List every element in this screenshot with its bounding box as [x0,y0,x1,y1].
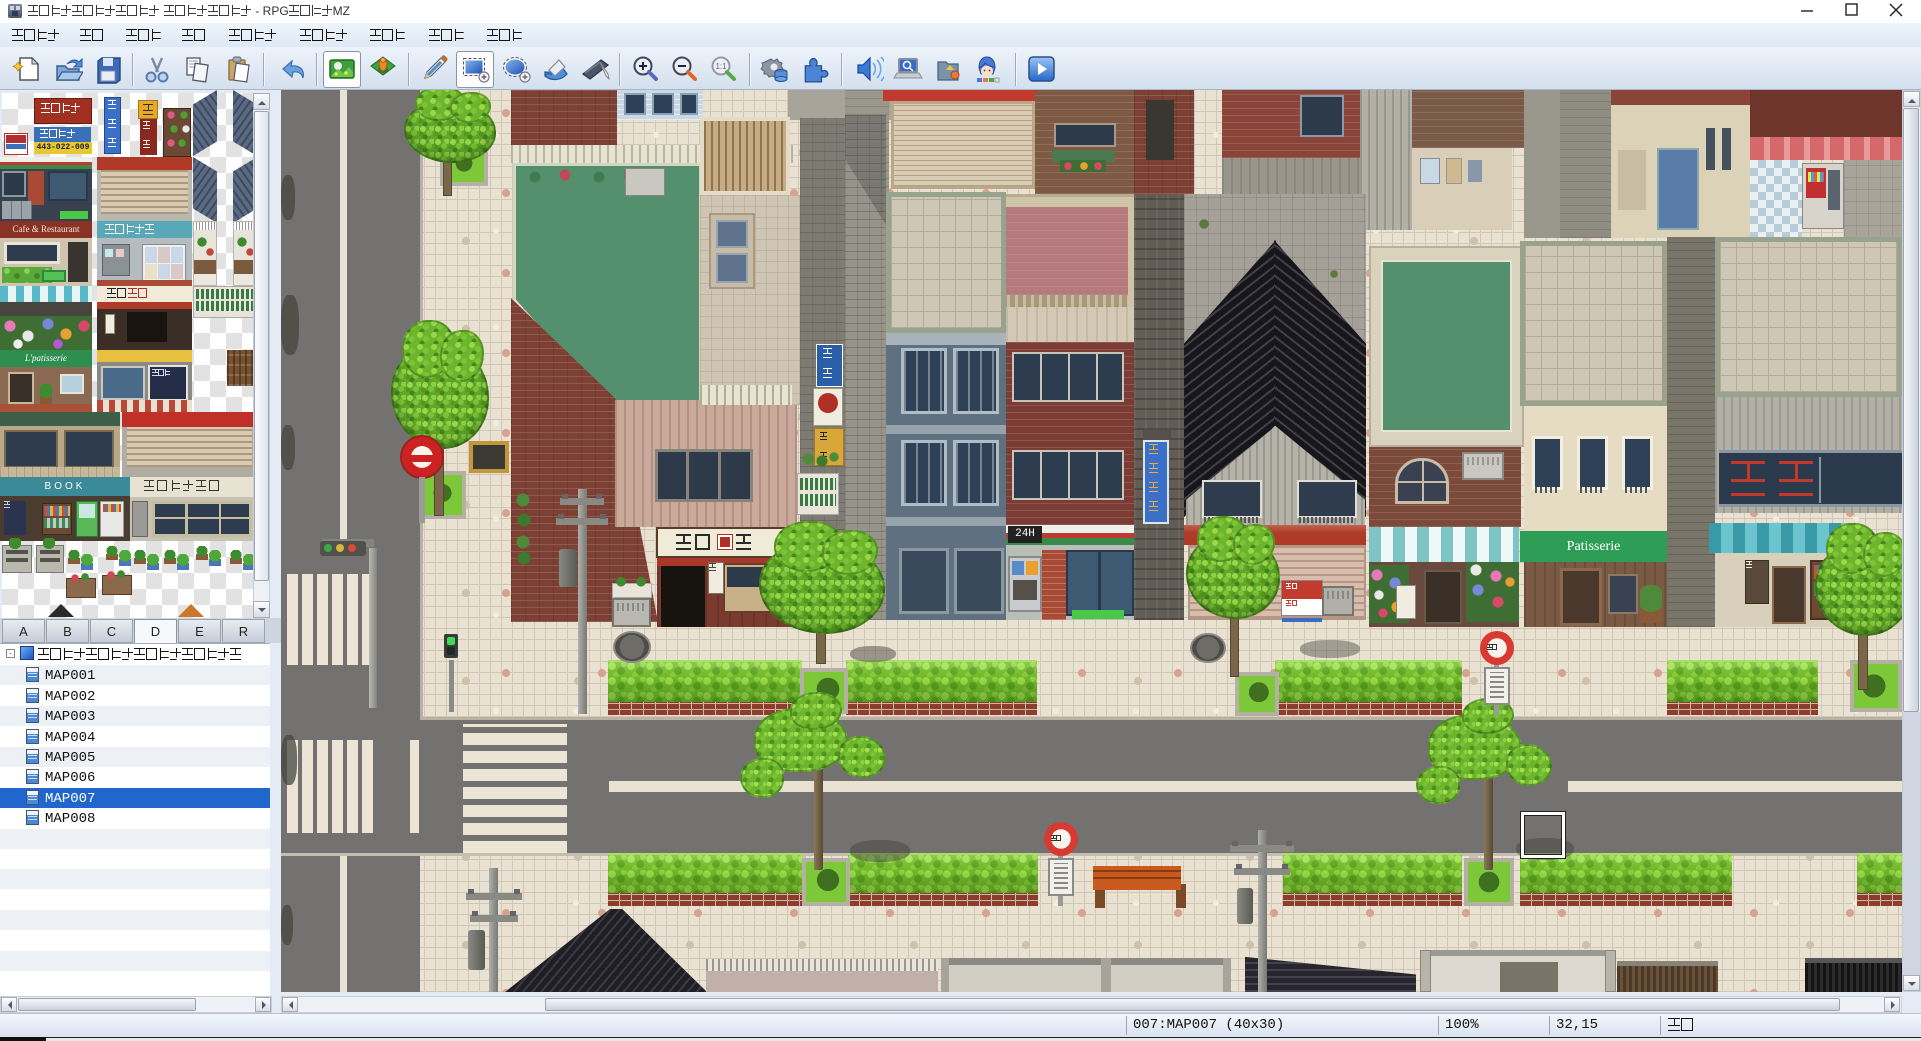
svg-text:1:1: 1:1 [715,62,727,71]
